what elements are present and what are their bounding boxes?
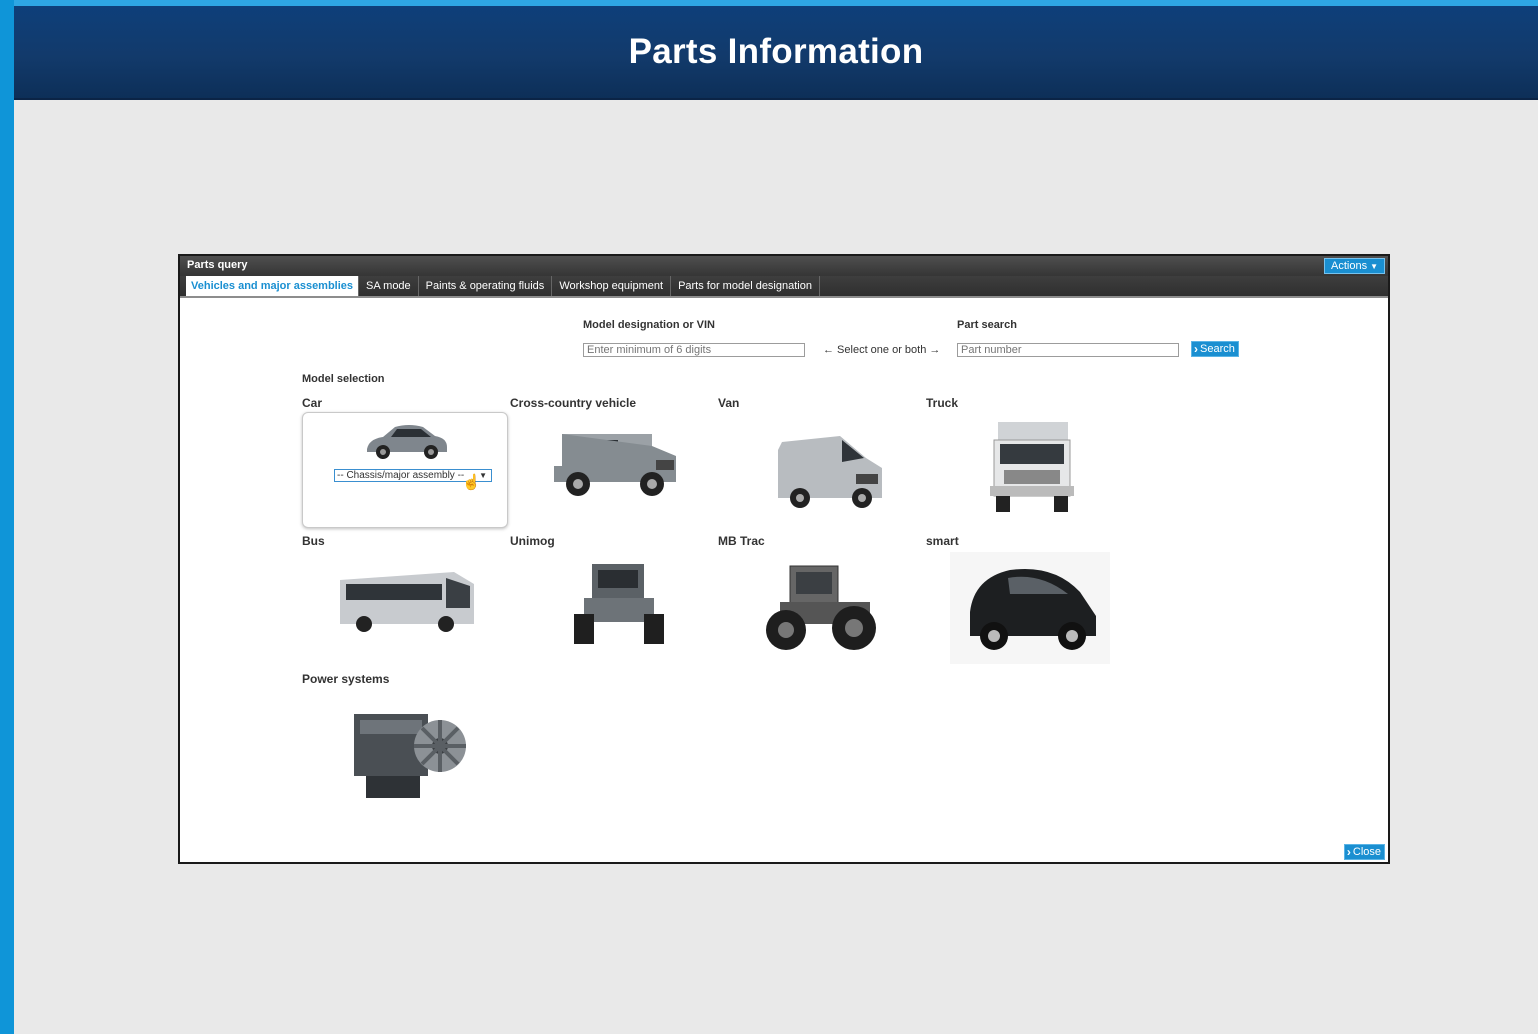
tab-vehicles-and-major-assemblies[interactable]: Vehicles and major assemblies [186,276,360,296]
actions-button[interactable]: Actions ▼ [1324,258,1385,274]
power-systems-engine-image[interactable] [340,696,470,806]
unimog-image[interactable] [570,558,666,650]
page-header: Parts Information [14,6,1538,100]
category-label-van: Van [718,396,740,410]
parts-query-window: Parts query Actions ▼ Vehicles and major… [178,254,1390,864]
page-title: Parts Information [628,32,924,71]
model-selection-title: Model selection [302,373,385,385]
actions-label: Actions [1331,260,1368,272]
tab-workshop-equipment[interactable]: Workshop equipment [552,276,672,296]
part-search-label: Part search [957,319,1017,331]
tab-bar: Vehicles and major assemblies SA mode Pa… [180,276,1388,298]
select-hint: ← Select one or both → [823,344,941,356]
tab-parts-for-model-designation[interactable]: Parts for model designation [671,276,820,296]
close-button-label: Close [1352,846,1381,858]
category-label-unimog: Unimog [510,534,555,548]
search-button-label: Search [1200,343,1235,355]
part-number-input[interactable] [957,343,1179,357]
window-titlebar: Parts query Actions ▼ [180,256,1388,276]
category-label-smart: smart [926,534,959,548]
tab-sa-mode[interactable]: SA mode [359,276,419,296]
mb-trac-image[interactable] [760,558,880,654]
smart-image[interactable] [950,552,1110,664]
truck-image[interactable] [980,416,1080,516]
left-accent-bar [0,0,14,1034]
category-label-bus: Bus [302,534,325,548]
chevron-right-icon: › [1346,845,1351,859]
tab-paints-operating-fluids[interactable]: Paints & operating fluids [419,276,553,296]
caret-down-icon: ▼ [1370,261,1378,271]
chassis-select-value: -- Chassis/major assembly -- [337,470,465,481]
car-image [367,425,447,459]
van-image[interactable] [770,428,890,514]
model-designation-label: Model designation or VIN [583,319,716,331]
category-label-truck: Truck [926,396,959,410]
category-label-mb-trac: MB Trac [718,534,765,548]
hand-cursor-icon: ☝ [462,474,481,491]
category-label-power-systems: Power systems [302,672,390,686]
window-title: Parts query [187,259,248,271]
category-label-car: Car [302,396,323,410]
chevron-right-icon: › [1194,342,1198,356]
bus-image[interactable] [334,568,480,638]
category-label-cross-country-vehicle: Cross-country vehicle [510,396,637,410]
search-button[interactable]: › Search [1191,341,1239,357]
cross-country-vehicle-image[interactable] [544,422,684,512]
car-card[interactable]: -- Chassis/major assembly -- ▼ ☝ [302,412,508,528]
model-designation-input[interactable] [583,343,805,357]
close-button[interactable]: › Close [1343,844,1385,860]
